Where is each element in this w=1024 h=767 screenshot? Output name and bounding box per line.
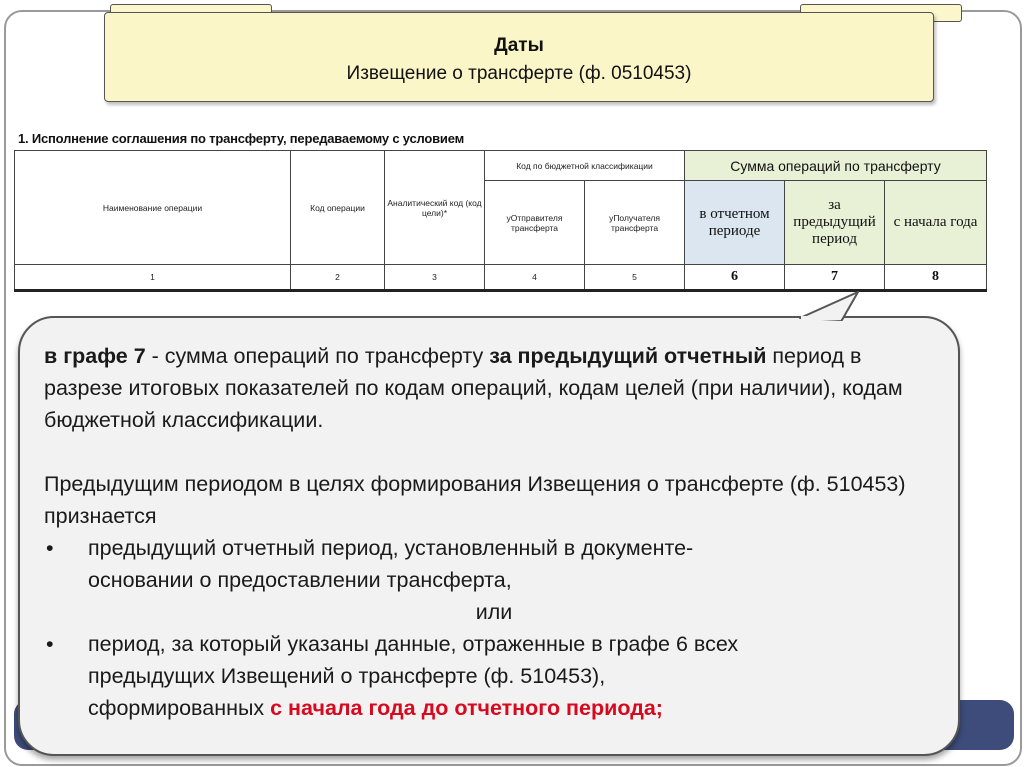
bullet-item-2: • период, за который указаны данные, отр…	[44, 628, 944, 724]
slide-subtitle: Извещение о трансферте (ф. 0510453)	[346, 63, 692, 84]
column-reference: в графе 7	[44, 344, 146, 368]
bullet-icon: •	[46, 632, 54, 656]
header-operation-name: Наименование операции	[14, 150, 291, 265]
bullet-item-1: • предыдущий отчетный период, установлен…	[44, 532, 944, 596]
or-separator: или	[475, 600, 513, 624]
header-previous-period: за предыдущий период	[784, 180, 886, 265]
header-analytic-code: Аналитический код (код цели)*	[384, 150, 485, 265]
col-number-4: 4	[484, 264, 585, 292]
slide-title: Даты	[494, 35, 544, 56]
col-number-6: 6	[684, 264, 786, 292]
header-budget-classification: Код по бюджетной классификации	[483, 150, 686, 181]
header-receiver: уПолучателя трансферта	[583, 180, 686, 265]
title-banner: Даты Извещение о трансферте (ф. 0510453)	[104, 12, 934, 102]
header-operation-code: Код операции	[290, 150, 385, 265]
bullet-icon: •	[46, 536, 54, 560]
callout-paragraph-2: Предыдущим периодом в целях формирования…	[44, 472, 906, 528]
section-title: 1. Исполнение соглашения по трансферту, …	[18, 131, 464, 146]
col-number-2: 2	[290, 264, 385, 292]
previous-period-emphasis: за предыдущий отчетный	[489, 344, 767, 368]
transfer-form-table: Наименование операции Код операции Анали…	[14, 150, 988, 292]
callout-text: в графе 7 - сумма операций по трансферту…	[44, 340, 944, 724]
header-sender: уОтправителя трансферта	[484, 180, 585, 265]
callout-paragraph-1: в графе 7 - сумма операций по трансферту…	[44, 344, 903, 432]
col-number-7: 7	[784, 264, 886, 292]
col-number-1: 1	[14, 264, 291, 292]
year-to-date-emphasis: с начала года до отчетного периода;	[270, 696, 663, 720]
header-year-to-date: с начала года	[884, 180, 988, 265]
col-number-3: 3	[384, 264, 485, 292]
col-number-8: 8	[884, 264, 988, 292]
header-sum-operations: Сумма операций по трансферту	[684, 150, 988, 181]
col-number-5: 5	[583, 264, 686, 292]
header-current-period: в отчетном периоде	[684, 180, 786, 265]
explanation-callout: в графе 7 - сумма операций по трансферту…	[18, 316, 960, 756]
